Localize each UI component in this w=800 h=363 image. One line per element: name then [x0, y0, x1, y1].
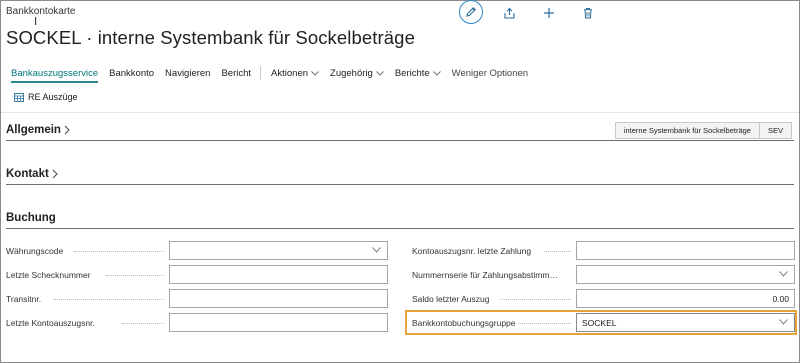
field-saldo-letzter-auszug-label: Saldo letzter Auszug	[412, 293, 490, 304]
action-bar: Bankauszugsservice Bankkonto Navigieren …	[11, 65, 539, 83]
menu-zugehoerig[interactable]: Zugehörig	[330, 68, 384, 79]
page-title: SOCKEL · interne Systembank für Sockelbe…	[6, 27, 415, 48]
add-button[interactable]	[537, 1, 561, 25]
field-waehrungscode: Währungscode	[6, 241, 388, 260]
edit-button[interactable]	[459, 0, 483, 24]
section-allgemein-rule	[6, 140, 794, 141]
share-icon	[503, 7, 515, 19]
field-waehrungscode-label: Währungscode	[6, 245, 64, 256]
bankkontobuchungsgruppe-value: SOCKEL	[582, 317, 617, 328]
re-auszuege-button[interactable]: RE Auszüge	[14, 92, 78, 102]
nummernserie-select[interactable]	[576, 265, 795, 284]
breadcrumb: Bankkontokarte	[6, 6, 76, 17]
section-allgemein-header[interactable]: Allgemein	[6, 124, 70, 136]
menu-aktionen-label: Aktionen	[271, 67, 309, 79]
bank-account-card-page: Bankkontokarte I SOCKEL · interne System…	[0, 0, 800, 363]
field-letzte-kontoauszugsnr-label: Letzte Kontoauszugsnr.	[6, 317, 95, 328]
chevron-down-icon	[311, 70, 319, 76]
saldo-letzter-auszug-value: 0.00	[772, 293, 789, 304]
letzte-kontoauszugsnr-input[interactable]	[169, 313, 388, 332]
chevron-down-icon	[779, 271, 788, 277]
field-kontoauszugsnr-letzte-zahlung-label: Kontoauszugsnr. letzte Zahlung	[412, 245, 532, 256]
field-letzte-schecknummer: Letzte Schecknummer	[6, 265, 388, 284]
transitnr-input[interactable]	[169, 289, 388, 308]
summary-pill-name[interactable]: interne Systembank für Sockelbeträge	[614, 122, 760, 139]
section-buchung-header[interactable]: Buchung	[6, 212, 56, 224]
chevron-down-icon	[779, 319, 788, 325]
section-allgemein-title: Allgemein	[6, 124, 61, 136]
field-leader	[74, 250, 164, 252]
field-bankkontobuchungsgruppe-label: Bankkontobuchungsgruppe	[412, 317, 516, 328]
less-options-button[interactable]: Weniger Optionen	[452, 68, 528, 79]
field-nummernserie-label: Nummernserie für Zahlungsabstimm…	[412, 269, 558, 280]
allgemein-summary: interne Systembank für Sockelbeträge SEV	[614, 122, 792, 139]
saldo-letzter-auszug-input[interactable]: 0.00	[576, 289, 795, 308]
summary-pill-code[interactable]: SEV	[759, 122, 792, 139]
field-letzte-kontoauszugsnr: Letzte Kontoauszugsnr.	[6, 313, 388, 332]
field-leader	[106, 274, 164, 276]
table-icon	[14, 92, 24, 102]
toolbar-divider	[1, 112, 799, 113]
letzte-schecknummer-input[interactable]	[169, 265, 388, 284]
chevron-right-icon	[64, 125, 70, 135]
field-kontoauszugsnr-letzte-zahlung: Kontoauszugsnr. letzte Zahlung	[412, 241, 795, 260]
delete-button[interactable]	[576, 1, 600, 25]
action-divider	[260, 66, 262, 80]
plus-icon	[544, 8, 554, 18]
tab-bankauszugsservice[interactable]: Bankauszugsservice	[11, 68, 99, 83]
field-transitnr-label: Transitnr.	[6, 293, 42, 304]
menu-berichte-label: Berichte	[394, 67, 430, 79]
chevron-down-icon	[432, 70, 441, 76]
field-leader	[54, 298, 164, 300]
field-saldo-letzter-auszug: Saldo letzter Auszug 0.00	[412, 289, 795, 308]
pencil-icon	[466, 7, 476, 17]
bankkontobuchungsgruppe-select[interactable]: SOCKEL	[576, 313, 795, 332]
menu-aktionen[interactable]: Aktionen	[271, 68, 319, 79]
re-auszuege-label: RE Auszüge	[28, 92, 78, 102]
tab-navigieren[interactable]: Navigieren	[165, 68, 210, 79]
chevron-right-icon	[52, 169, 58, 179]
field-transitnr: Transitnr.	[6, 289, 388, 308]
trash-icon	[584, 8, 592, 19]
share-button[interactable]	[497, 1, 521, 25]
section-kontakt-rule	[6, 184, 794, 185]
section-buchung-rule	[6, 228, 794, 229]
field-letzte-schecknummer-label: Letzte Schecknummer	[6, 269, 91, 280]
field-bankkontobuchungsgruppe: Bankkontobuchungsgruppe SOCKEL	[412, 313, 795, 332]
field-leader	[500, 298, 571, 300]
section-buchung-title: Buchung	[6, 212, 56, 224]
field-leader	[122, 322, 164, 324]
field-leader	[544, 250, 571, 252]
tab-bericht[interactable]: Bericht	[221, 68, 251, 79]
field-nummernserie-zahlungsabstimmung: Nummernserie für Zahlungsabstimm…	[412, 265, 795, 284]
menu-berichte[interactable]: Berichte	[395, 68, 441, 79]
menu-zugehoerig-label: Zugehörig	[330, 67, 373, 79]
chevron-down-icon	[372, 247, 381, 253]
field-leader	[518, 322, 571, 324]
tab-bankkonto[interactable]: Bankkonto	[109, 68, 154, 79]
section-kontakt-title: Kontakt	[6, 168, 49, 180]
kontoauszugsnr-letzte-zahlung-input[interactable]	[576, 241, 795, 260]
section-kontakt-header[interactable]: Kontakt	[6, 168, 58, 180]
waehrungscode-select[interactable]	[169, 241, 388, 260]
chevron-down-icon	[375, 70, 384, 76]
